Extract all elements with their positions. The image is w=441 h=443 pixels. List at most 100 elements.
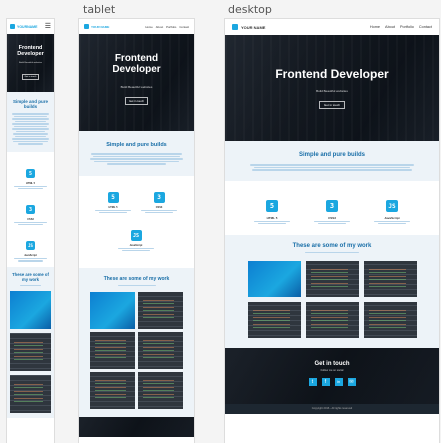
- skill-name: HTML 5: [266, 215, 278, 220]
- linkedin-icon[interactable]: in: [334, 378, 343, 387]
- tablet-work-section: These are some of my work: [79, 267, 194, 417]
- hero-title: Frontend Developer: [275, 67, 389, 81]
- mobile-header: YOURNAME ☰: [7, 19, 54, 34]
- work-thumbnail[interactable]: [90, 371, 135, 409]
- css3-icon: 3: [326, 199, 338, 212]
- desktop-about-section: Simple and pure builds: [225, 141, 439, 181]
- skill-css3: 3 CSS3: [139, 186, 179, 214]
- hamburger-menu-icon[interactable]: ☰: [45, 23, 51, 30]
- desktop-skills-section: 5 HTML 5 3 CSS3 JS JavaScript: [225, 181, 439, 235]
- hero-subtitle: Build Beautiful websites: [120, 85, 153, 89]
- work-grid: [89, 291, 184, 409]
- skill-html5: 5 HTML 5: [252, 195, 292, 225]
- tablet-nav: Home About Portfolio Contact: [145, 25, 189, 29]
- desktop-footer: Copyright 2016 - All rights reserved: [225, 404, 439, 415]
- logo-icon: [232, 24, 238, 30]
- hero-title-line2: Developer: [17, 51, 44, 57]
- skill-html5: 5 HTML 5: [93, 186, 133, 214]
- logo-icon: [10, 24, 15, 29]
- js-icon: JS: [130, 230, 142, 241]
- html5-icon: 5: [26, 169, 35, 178]
- work-thumbnail[interactable]: [138, 291, 183, 329]
- skill-name: HTML 5: [26, 181, 35, 185]
- about-paragraph: [10, 113, 51, 145]
- hero-subtitle: Build Beautiful websites: [18, 62, 43, 64]
- footer-copyright: Copyright 2016 - All rights reserved: [311, 407, 353, 411]
- nav-about[interactable]: About: [385, 25, 395, 29]
- js-icon: JS: [386, 200, 398, 212]
- mobile-skills-section: 5 HTML 5 3 CSS3 JS JavaScript: [7, 152, 54, 267]
- work-thumbnail[interactable]: [90, 291, 135, 329]
- html5-icon: 5: [107, 191, 119, 203]
- work-title-line2: my work: [22, 276, 39, 282]
- work-title-line1: These are some of: [12, 271, 49, 277]
- nav-contact[interactable]: Contact: [419, 25, 432, 29]
- brand-name[interactable]: YOUR NAME: [241, 25, 265, 30]
- work-thumbnail[interactable]: [247, 302, 301, 339]
- tablet-preview: YOUR NAME Home About Portfolio Contact F…: [79, 19, 194, 443]
- twitter-icon[interactable]: t: [308, 378, 317, 387]
- social-links: t f in ✉: [225, 378, 439, 387]
- css3-icon: 3: [153, 191, 165, 203]
- desktop-contact-section: Get in touch Follow me on social t f in …: [225, 348, 439, 405]
- work-thumbnail[interactable]: [90, 331, 135, 369]
- tablet-about-section: Simple and pure builds: [79, 131, 194, 176]
- hero-cta-button[interactable]: Get in touch: [21, 74, 40, 80]
- nav-home[interactable]: Home: [145, 25, 152, 29]
- tablet-header: YOUR NAME Home About Portfolio Contact: [79, 19, 194, 34]
- nav-portfolio[interactable]: Portfolio: [166, 25, 176, 29]
- work-thumbnail[interactable]: [247, 261, 301, 298]
- js-icon: JS: [26, 241, 35, 251]
- skill-javascript: JS JavaScript: [116, 224, 156, 252]
- work-thumbnail[interactable]: [10, 332, 51, 371]
- nav-home[interactable]: Home: [370, 25, 380, 29]
- skill-css3: 3 CSS3: [10, 198, 51, 226]
- skill-name: CSS3: [27, 217, 34, 221]
- nav-portfolio[interactable]: Portfolio: [400, 25, 414, 29]
- work-thumbnail[interactable]: [138, 331, 183, 369]
- nav-about[interactable]: About: [156, 25, 163, 29]
- skill-name: CSS3: [328, 215, 336, 220]
- email-icon[interactable]: ✉: [347, 378, 356, 387]
- contact-title: Get in touch: [314, 361, 350, 368]
- hero-title-line2: Developer: [112, 64, 161, 75]
- facebook-icon[interactable]: f: [321, 378, 330, 387]
- work-thumbnail[interactable]: [305, 261, 359, 298]
- desktop-header: YOUR NAME Home About Portfolio Contact: [225, 19, 439, 35]
- brand-name[interactable]: YOUR NAME: [91, 25, 109, 29]
- desktop-nav: Home About Portfolio Contact: [370, 25, 432, 29]
- about-title: Simple and pure builds: [298, 152, 365, 158]
- hero-subtitle: Build Beautiful websites: [316, 89, 348, 93]
- work-thumbnail[interactable]: [10, 374, 51, 413]
- hero-cta-button[interactable]: Get in touch: [124, 97, 149, 105]
- work-thumbnail[interactable]: [305, 302, 359, 339]
- brand-name[interactable]: YOURNAME: [17, 25, 37, 29]
- desktop-hero: Frontend Developer Build Beautiful websi…: [225, 35, 439, 141]
- mobile-hero: Frontend Developer Build Beautiful websi…: [7, 34, 54, 92]
- work-grid: [241, 261, 423, 339]
- html5-icon: 5: [266, 199, 278, 212]
- skill-css3: 3 CSS3: [312, 195, 352, 225]
- skill-html5: 5 HTML 5: [10, 162, 51, 189]
- about-paragraph: [245, 164, 419, 171]
- work-title: These are some of my work: [103, 275, 170, 282]
- skill-name: CSS3: [155, 205, 163, 209]
- work-title: These are some of my work: [292, 242, 372, 249]
- frame-label-tablet: tablet: [83, 3, 116, 16]
- work-thumbnail[interactable]: [363, 302, 417, 339]
- tablet-hero: Frontend Developer Build Beautiful websi…: [79, 34, 194, 131]
- hero-cta-button[interactable]: Get in touch: [318, 101, 346, 109]
- skill-name: JavaScript: [384, 215, 400, 220]
- work-thumbnail[interactable]: [138, 371, 183, 409]
- work-thumbnail[interactable]: [10, 290, 51, 329]
- logo-icon: [84, 24, 89, 29]
- contact-subtitle: Follow me on social: [320, 369, 344, 373]
- about-title: Simple and pure builds: [106, 142, 167, 148]
- skill-name: JavaScript: [129, 243, 143, 247]
- work-thumbnail[interactable]: [363, 261, 417, 298]
- tablet-skills-section: 5 HTML 5 3 CSS3 JS JavaScript: [79, 176, 194, 268]
- about-title-line2: builds: [23, 104, 38, 109]
- mobile-about-section: Simple and pure builds: [7, 92, 54, 152]
- nav-contact[interactable]: Contact: [179, 25, 189, 29]
- skill-name: HTML 5: [108, 205, 118, 209]
